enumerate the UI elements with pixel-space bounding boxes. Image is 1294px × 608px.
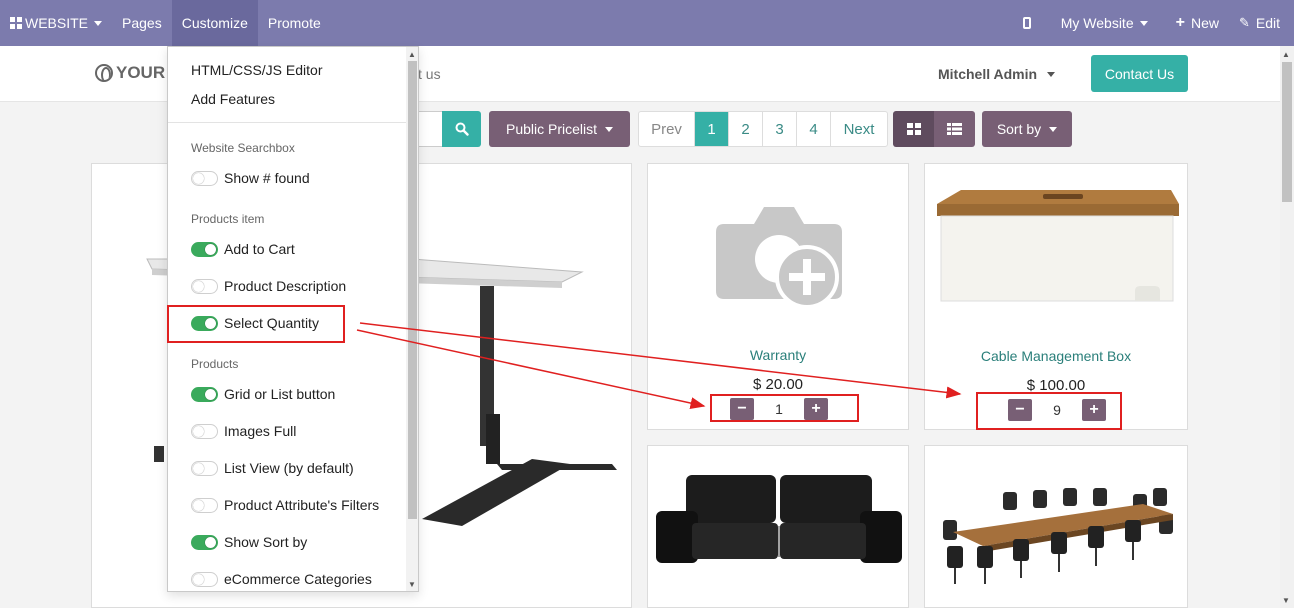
grid-view-icon (906, 123, 921, 135)
option-label: List View (by default) (224, 460, 354, 476)
option-label: Show # found (224, 170, 310, 186)
option-label: Images Full (224, 423, 297, 439)
product-card-conference-table[interactable] (924, 445, 1188, 608)
pages-menu[interactable]: Pages (112, 0, 172, 46)
scroll-down-arrow-icon[interactable]: ▼ (1282, 596, 1290, 605)
user-name: Mitchell Admin (938, 66, 1038, 82)
plus-icon: + (1175, 14, 1185, 31)
my-website-switcher[interactable]: My Website (1051, 0, 1166, 46)
add-features-link[interactable]: Add Features (191, 91, 275, 107)
option-label: Product Attribute's Filters (224, 497, 380, 513)
toggle-switch[interactable] (191, 571, 218, 587)
pager-page-4[interactable]: 4 (797, 112, 831, 146)
search-icon (455, 122, 469, 136)
website-editor-navbar: WEBSITE Pages Customize Promote My Websi… (0, 0, 1294, 46)
html-css-js-editor-link[interactable]: HTML/CSS/JS Editor (191, 62, 322, 78)
product-card-sofa[interactable] (647, 445, 909, 608)
list-view-icon (947, 123, 962, 135)
toggle-switch[interactable] (191, 386, 218, 402)
option-add-to-cart[interactable]: Add to Cart (191, 241, 295, 257)
dropdown-scrollbar-thumb[interactable] (408, 61, 417, 519)
grid-view-button[interactable] (893, 111, 934, 147)
page-scrollbar-thumb[interactable] (1282, 62, 1292, 202)
pager-page-2[interactable]: 2 (729, 112, 763, 146)
option-label: Add to Cart (224, 241, 295, 257)
section-heading-products-item: Products item (191, 212, 265, 226)
conference-table-image (943, 488, 1173, 584)
edit-button[interactable]: ✎ Edit (1229, 0, 1294, 46)
pager-prev[interactable]: Prev (639, 112, 695, 146)
pager-page-3[interactable]: 3 (763, 112, 797, 146)
pagination: Prev 1 2 3 4 Next (638, 111, 888, 147)
option-label: Show Sort by (224, 534, 308, 550)
option-label: Grid or List button (224, 386, 336, 402)
sort-by-label: Sort by (996, 121, 1042, 137)
chevron-down-icon (94, 20, 103, 26)
scroll-up-arrow-icon[interactable]: ▲ (1282, 50, 1290, 59)
product-card-warranty[interactable]: Warranty $ 20.00 − 1 + (647, 163, 909, 430)
toggle-switch[interactable] (191, 423, 218, 439)
pager-next[interactable]: Next (831, 112, 887, 146)
option-grid-or-list-button[interactable]: Grid or List button (191, 386, 335, 402)
grid-list-toggle (893, 111, 975, 147)
customize-menu[interactable]: Customize (171, 0, 258, 46)
mobile-phone-icon (1022, 17, 1031, 29)
pencil-icon: ✎ (1238, 15, 1250, 30)
toggle-switch[interactable] (191, 497, 218, 513)
menu-divider (168, 122, 406, 123)
cable-box-image (937, 190, 1179, 302)
user-menu[interactable]: Mitchell Admin (938, 66, 1056, 82)
annotation-box-cablebox-qty (976, 392, 1122, 430)
option-ecommerce-categories[interactable]: eCommerce Categories (191, 571, 372, 587)
site-logo[interactable]: YOUR (95, 63, 165, 83)
pricelist-label: Public Pricelist (505, 121, 598, 137)
option-product-description[interactable]: Product Description (191, 278, 346, 294)
chevron-down-icon (1139, 20, 1148, 26)
option-attribute-filters[interactable]: Product Attribute's Filters (191, 497, 379, 513)
annotation-box-warranty-qty (710, 394, 859, 422)
annotation-box-select-quantity (167, 305, 345, 343)
new-content-button[interactable]: + New (1166, 0, 1229, 46)
pricelist-dropdown[interactable]: Public Pricelist (489, 111, 630, 147)
mobile-preview-button[interactable] (1013, 0, 1051, 46)
toggle-switch[interactable] (191, 241, 218, 257)
option-show-sort-by[interactable]: Show Sort by (191, 534, 307, 550)
contact-us-button[interactable]: Contact Us (1091, 55, 1188, 92)
option-list-view-default[interactable]: List View (by default) (191, 460, 354, 476)
chevron-down-icon (1049, 126, 1058, 132)
product-price: $ 20.00 (752, 376, 804, 393)
toggle-switch[interactable] (191, 170, 218, 186)
camera-plus-placeholder-icon (716, 207, 842, 309)
option-label: eCommerce Categories (224, 571, 372, 587)
website-menu-label: WEBSITE (25, 15, 89, 31)
toggle-switch[interactable] (191, 534, 218, 550)
globe-icon (95, 64, 113, 82)
list-view-button[interactable] (934, 111, 975, 147)
new-label: New (1190, 15, 1219, 31)
scroll-down-arrow-icon[interactable]: ▼ (408, 580, 416, 589)
logo-text: YOUR (116, 63, 166, 82)
my-website-label: My Website (1060, 15, 1134, 31)
scroll-up-arrow-icon[interactable]: ▲ (408, 50, 416, 59)
section-heading-products: Products (191, 357, 239, 371)
edit-label: Edit (1255, 15, 1280, 31)
product-name[interactable]: Warranty (648, 347, 908, 363)
chevron-down-icon (605, 126, 614, 132)
apps-grid-icon (10, 17, 22, 29)
toggle-switch[interactable] (191, 460, 218, 476)
promote-menu[interactable]: Promote (258, 0, 331, 46)
product-card-cable-box[interactable]: Cable Management Box $ 100.00 − 9 + (924, 163, 1188, 430)
search-button[interactable] (442, 111, 481, 147)
sort-by-dropdown[interactable]: Sort by (982, 111, 1072, 147)
chevron-down-icon (1047, 71, 1056, 77)
pager-page-1[interactable]: 1 (695, 112, 729, 146)
toggle-switch[interactable] (191, 278, 218, 294)
option-label: Product Description (224, 278, 347, 294)
section-heading-searchbox: Website Searchbox (191, 141, 295, 155)
product-name[interactable]: Cable Management Box (925, 348, 1187, 364)
black-sofa-image (656, 475, 902, 563)
website-apps-menu[interactable]: WEBSITE (0, 0, 112, 46)
option-images-full[interactable]: Images Full (191, 423, 296, 439)
option-show-found[interactable]: Show # found (191, 170, 310, 186)
